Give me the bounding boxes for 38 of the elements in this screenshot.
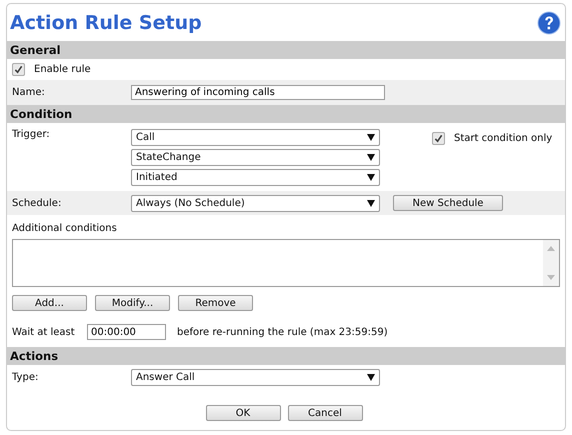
dropdown[interactable]: Answer Call bbox=[131, 368, 380, 386]
page-title: Action Rule Setup bbox=[10, 12, 202, 34]
field-label: Trigger: bbox=[12, 129, 51, 140]
checkbox-label: Enable rule bbox=[34, 64, 91, 75]
section-header: Actions bbox=[7, 347, 565, 365]
help-icon[interactable] bbox=[537, 10, 561, 34]
conditions-list[interactable] bbox=[12, 239, 560, 287]
dropdown[interactable]: StateChange bbox=[131, 149, 380, 166]
dropdown[interactable]: Always (No Schedule) bbox=[131, 194, 380, 212]
checkbox[interactable] bbox=[12, 63, 25, 76]
new-schedule-button[interactable]: New Schedule bbox=[393, 195, 503, 211]
field-label: Wait at least bbox=[12, 326, 76, 338]
field-label: Additional conditions bbox=[12, 222, 117, 234]
section-header: Condition bbox=[7, 105, 565, 123]
name-field[interactable]: Answering of incoming calls bbox=[131, 85, 385, 100]
action-button[interactable]: Modify... bbox=[95, 295, 170, 311]
scroll-up-icon[interactable] bbox=[547, 246, 555, 251]
field-label: Type: bbox=[12, 372, 40, 382]
dropdown[interactable]: Initiated bbox=[131, 169, 380, 186]
caret-icon bbox=[367, 174, 375, 181]
section-header: General bbox=[7, 41, 565, 59]
checkbox[interactable] bbox=[432, 132, 445, 145]
checkbox-label: Start condition only bbox=[454, 133, 552, 144]
caret-icon bbox=[367, 134, 375, 141]
field-hint: before re-running the rule (max 23:59:59) bbox=[177, 326, 388, 338]
caret-icon bbox=[367, 374, 375, 380]
field-label: Name: bbox=[12, 87, 46, 98]
dialog-button[interactable]: Cancel bbox=[288, 405, 362, 421]
action-button[interactable]: Add... bbox=[12, 295, 87, 311]
scrollbar[interactable] bbox=[543, 240, 559, 286]
dropdown[interactable]: Call bbox=[131, 129, 380, 146]
field-label: Schedule: bbox=[12, 198, 62, 208]
caret-icon bbox=[367, 200, 375, 206]
dialog-button[interactable]: OK bbox=[206, 405, 280, 421]
scroll-down-icon[interactable] bbox=[547, 275, 555, 280]
action-button[interactable]: Remove bbox=[178, 295, 253, 311]
caret-icon bbox=[367, 154, 375, 161]
wait-time-field[interactable]: 00:00:00 bbox=[87, 324, 166, 340]
